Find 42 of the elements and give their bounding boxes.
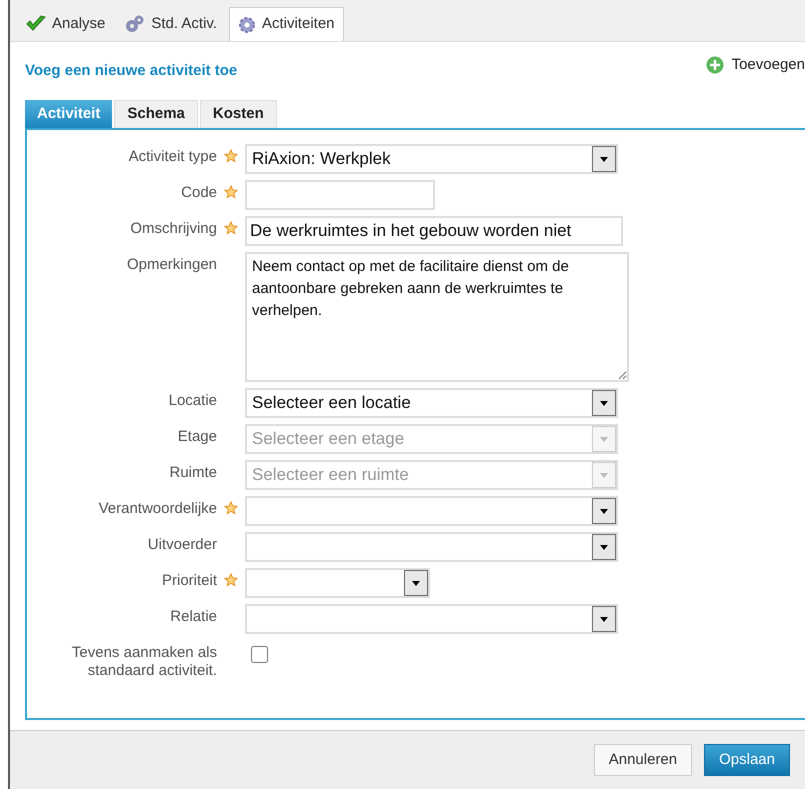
text-area[interactable]: Neem contact op met de facilitaire dienst om de aantoonbare gebreken aann de werkruimtes te verhelpen.: [245, 252, 629, 382]
select-field[interactable]: [245, 496, 618, 526]
input-field[interactable]: De werkruimtes in het gebouw worden niet: [245, 216, 623, 246]
field-label: Activiteit type: [128, 147, 217, 166]
tab[interactable]: Analyse: [18, 7, 114, 41]
gears-icon: [125, 15, 146, 33]
form-heading: Voeg een nieuwe activiteit toe: [25, 60, 238, 81]
tab[interactable]: Kosten: [200, 100, 277, 128]
field-label: Relatie: [169, 607, 217, 626]
add-icon: [706, 56, 724, 74]
save-button[interactable]: Opslaan: [704, 744, 790, 776]
select-field: Selecteer een ruimte: [245, 460, 618, 490]
checkbox-label: Tevens aanmaken als standaard activiteit.: [70, 643, 217, 680]
field-label: Ruimte: [168, 463, 217, 482]
input-field[interactable]: [245, 180, 435, 210]
tab[interactable]: Activiteiten: [228, 7, 344, 41]
check-icon: [26, 15, 46, 33]
field-label: Opmerkingen: [126, 255, 217, 274]
required-star-icon: [224, 149, 238, 163]
required-star-icon: [224, 185, 238, 199]
required-star-icon: [224, 501, 238, 515]
select-field: Selecteer een etage: [245, 424, 618, 454]
field-label: Code: [180, 183, 217, 202]
field-label: Omschrijving: [129, 219, 217, 238]
field-label: Verantwoordelijke: [98, 499, 217, 518]
field-label: Prioriteit: [160, 571, 217, 590]
select-field[interactable]: RiAxion: Werkplek: [245, 144, 618, 174]
field-label: Uitvoerder: [146, 535, 217, 554]
gear-icon: [238, 16, 256, 34]
required-star-icon: [224, 221, 238, 235]
tab[interactable]: Std. Activ.: [117, 7, 225, 41]
select-field[interactable]: [245, 532, 618, 562]
select-field[interactable]: [245, 604, 618, 634]
field-label: Locatie: [168, 391, 217, 410]
add-link[interactable]: Toevoegen: [706, 54, 805, 76]
select-field[interactable]: [245, 568, 430, 598]
cancel-button[interactable]: Annuleren: [594, 744, 692, 776]
select-field[interactable]: Selecteer een locatie: [245, 388, 618, 418]
checkbox[interactable]: [251, 646, 268, 663]
tab[interactable]: Schema: [114, 100, 198, 128]
field-label: Etage: [176, 427, 217, 446]
required-star-icon: [224, 573, 238, 587]
